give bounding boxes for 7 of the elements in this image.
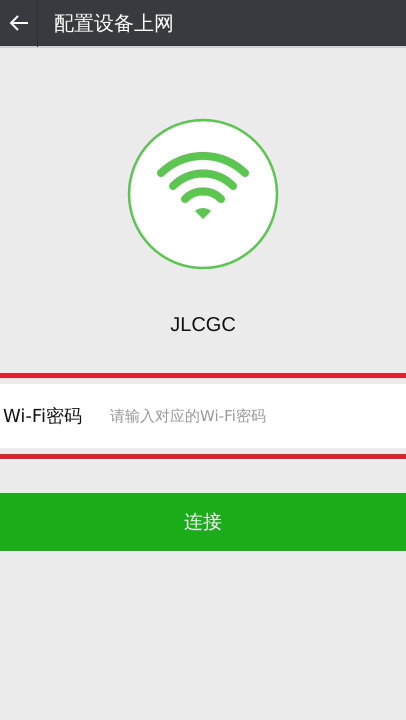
wifi-icon — [127, 118, 279, 270]
back-arrow-icon — [8, 15, 28, 31]
device-name: JLCGC — [170, 314, 236, 337]
password-input[interactable]: 请输入对应的Wi-Fi密码 — [108, 384, 406, 448]
page-title: 配置设备上网 — [54, 10, 174, 36]
connect-button[interactable]: 连接 — [0, 493, 406, 551]
password-label: Wi-Fi密码 — [0, 384, 108, 448]
